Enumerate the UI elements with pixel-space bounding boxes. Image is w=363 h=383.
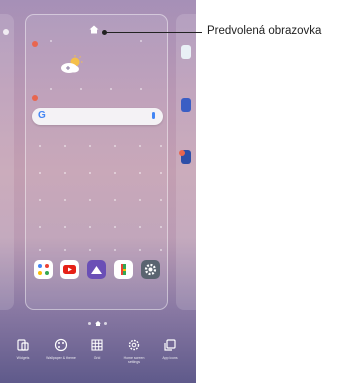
weather-icon[interactable] xyxy=(58,55,84,75)
grid-dot xyxy=(64,249,66,251)
page-indicator-dot[interactable] xyxy=(104,322,107,325)
grid-dot xyxy=(114,145,116,147)
grid-dot xyxy=(89,226,91,228)
grid-dot xyxy=(160,199,162,201)
side-app-icon xyxy=(181,98,191,112)
callout-label: Predvolená obrazovka xyxy=(207,25,322,37)
home-page-indicator-icon[interactable] xyxy=(95,321,101,326)
grid-dot xyxy=(114,249,116,251)
grid-dot xyxy=(140,40,142,42)
toolbar-label: Widgets xyxy=(16,356,30,360)
grid-dot xyxy=(160,226,162,228)
left-page-handle[interactable] xyxy=(3,29,9,35)
palette-icon[interactable] xyxy=(54,338,68,352)
grid-dot xyxy=(160,172,162,174)
grid-dot xyxy=(139,226,141,228)
gear-icon[interactable] xyxy=(127,338,141,352)
play-store-icon xyxy=(121,264,126,275)
google-search-bar[interactable]: G xyxy=(32,108,163,125)
grid-dot xyxy=(39,172,41,174)
toolbar-label: App icons xyxy=(162,356,178,360)
settings-gear-icon xyxy=(144,263,157,276)
grid-dot xyxy=(114,199,116,201)
widgets-icon[interactable] xyxy=(16,338,30,352)
remove-badge[interactable] xyxy=(179,150,185,156)
toolbar-label: Grid xyxy=(93,356,101,360)
app-icons-icon[interactable] xyxy=(163,338,177,352)
side-app-icon xyxy=(181,45,191,59)
home-icon[interactable] xyxy=(89,25,99,34)
grid-icon[interactable] xyxy=(90,338,104,352)
app-google[interactable] xyxy=(34,260,53,279)
grid-dot xyxy=(139,249,141,251)
mic-icon[interactable] xyxy=(152,112,155,119)
app-gallery[interactable] xyxy=(87,260,106,279)
remove-widget-badge[interactable] xyxy=(32,41,38,47)
figure: G Widgets Wallpaper & theme Grid Home sc… xyxy=(0,0,363,383)
grid-dot xyxy=(39,226,41,228)
remove-widget-badge[interactable] xyxy=(32,95,38,101)
google-folder-icon xyxy=(38,264,49,275)
grid-dot xyxy=(89,172,91,174)
grid-dot xyxy=(139,145,141,147)
app-settings[interactable] xyxy=(141,260,160,279)
grid-dot xyxy=(89,199,91,201)
page-indicator-dot[interactable] xyxy=(88,322,91,325)
previous-page-panel[interactable] xyxy=(0,14,14,310)
app-google-play[interactable] xyxy=(114,260,133,279)
grid-dot xyxy=(64,226,66,228)
grid-dot xyxy=(89,249,91,251)
app-youtube[interactable] xyxy=(60,260,79,279)
grid-dot xyxy=(114,172,116,174)
grid-dot xyxy=(139,172,141,174)
grid-dot xyxy=(139,199,141,201)
toolbar-label: Wallpaper & theme xyxy=(46,356,76,360)
grid-dot xyxy=(39,145,41,147)
grid-dot xyxy=(64,172,66,174)
grid-dot xyxy=(64,199,66,201)
phone-screen: G Widgets Wallpaper & theme Grid Home sc… xyxy=(0,0,196,383)
grid-dot xyxy=(64,145,66,147)
grid-dot xyxy=(110,88,112,90)
grid-dot xyxy=(50,88,52,90)
gallery-icon xyxy=(91,266,102,274)
youtube-icon xyxy=(63,265,76,274)
google-logo: G xyxy=(38,110,46,121)
grid-dot xyxy=(50,40,52,42)
grid-dot xyxy=(39,249,41,251)
grid-dot xyxy=(39,199,41,201)
grid-dot xyxy=(114,226,116,228)
toolbar-label: Home screen settings xyxy=(123,356,145,364)
grid-dot xyxy=(160,145,162,147)
grid-dot xyxy=(89,145,91,147)
grid-dot xyxy=(140,88,142,90)
callout-leader-line xyxy=(104,32,202,33)
grid-dot xyxy=(80,88,82,90)
grid-dot xyxy=(160,249,162,251)
